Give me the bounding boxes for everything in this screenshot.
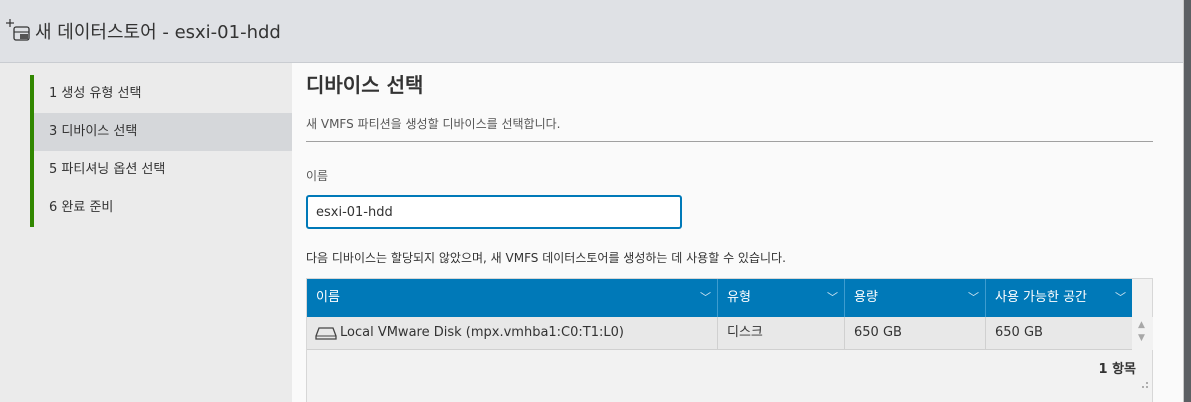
- name-field-label: 이름: [306, 169, 329, 183]
- column-header-name-label: 이름: [316, 290, 340, 305]
- wizard-steps-sidebar: 1 생성 유형 선택 3 디바이스 선택 5 파티셔닝 옵션 선택 6 완료 준…: [0, 63, 292, 402]
- datastore-add-icon: [6, 19, 30, 41]
- cell-capacity: 650 GB: [854, 325, 902, 340]
- chevron-down-icon[interactable]: ﹀: [968, 279, 979, 317]
- title-divider: [306, 141, 1153, 142]
- new-datastore-dialog: 새 데이터스토어 - esxi-01-hdd 1 생성 유형 선택 3 디바이스…: [0, 0, 1184, 402]
- dialog-title: 새 데이터스토어 - esxi-01-hdd: [35, 22, 281, 43]
- page-description: 새 VMFS 파티션을 생성할 디바이스를 선택합니다.: [306, 117, 561, 131]
- device-table-header: 이름 ﹀ 유형 ﹀ 용량 ﹀ 사용 가능한 공간 ﹀: [307, 279, 1132, 317]
- scroll-up-icon[interactable]: ▲: [1138, 320, 1145, 330]
- table-scrollbar[interactable]: ▲ ▼: [1133, 317, 1153, 350]
- chevron-down-icon[interactable]: ﹀: [827, 279, 838, 317]
- chevron-down-icon[interactable]: ﹀: [1115, 279, 1126, 317]
- cell-free-space: 650 GB: [995, 325, 1043, 340]
- device-table: 이름 ﹀ 유형 ﹀ 용량 ﹀ 사용 가능한 공간 ﹀ Local VMware …: [306, 278, 1153, 402]
- resize-handle-icon[interactable]: [1139, 379, 1149, 389]
- wizard-step-partition-options[interactable]: 5 파티셔닝 옵션 선택: [34, 151, 292, 189]
- column-header-free-space-label: 사용 가능한 공간: [995, 290, 1087, 305]
- disk-icon: [315, 326, 337, 340]
- device-name-text: Local VMware Disk (mpx.vmhba1:C0:T1:L0): [340, 325, 624, 340]
- scroll-down-icon[interactable]: ▼: [1138, 333, 1145, 343]
- wizard-step-select-creation-type[interactable]: 1 생성 유형 선택: [34, 75, 292, 113]
- background-edge: [1184, 0, 1191, 402]
- cell-device-type: 디스크: [727, 325, 763, 340]
- column-header-capacity[interactable]: 용량 ﹀: [845, 279, 985, 317]
- page-title: 디바이스 선택: [306, 73, 424, 97]
- cell-device-name: Local VMware Disk (mpx.vmhba1:C0:T1:L0): [307, 317, 717, 349]
- column-header-type-label: 유형: [727, 290, 751, 305]
- column-header-name[interactable]: 이름 ﹀: [307, 279, 717, 317]
- wizard-step-select-device[interactable]: 3 디바이스 선택: [34, 113, 292, 151]
- column-header-free-space[interactable]: 사용 가능한 공간 ﹀: [986, 279, 1132, 317]
- item-count: 1 항목: [1098, 362, 1137, 377]
- dialog-titlebar: 새 데이터스토어 - esxi-01-hdd: [0, 0, 1183, 63]
- chevron-down-icon[interactable]: ﹀: [700, 279, 711, 317]
- table-row[interactable]: Local VMware Disk (mpx.vmhba1:C0:T1:L0) …: [307, 317, 1132, 350]
- wizard-steps-list: 1 생성 유형 선택 3 디바이스 선택 5 파티셔닝 옵션 선택 6 완료 준…: [30, 75, 296, 227]
- column-header-capacity-label: 용량: [854, 290, 878, 305]
- column-header-type[interactable]: 유형 ﹀: [718, 279, 844, 317]
- datastore-name-input[interactable]: [306, 195, 682, 229]
- device-info-text: 다음 디바이스는 할당되지 않았으며, 새 VMFS 데이터스토어를 생성하는 …: [306, 251, 786, 265]
- wizard-content: 디바이스 선택 새 VMFS 파티션을 생성할 디바이스를 선택합니다. 이름 …: [306, 63, 1166, 402]
- wizard-step-ready-to-complete[interactable]: 6 완료 준비: [34, 189, 292, 227]
